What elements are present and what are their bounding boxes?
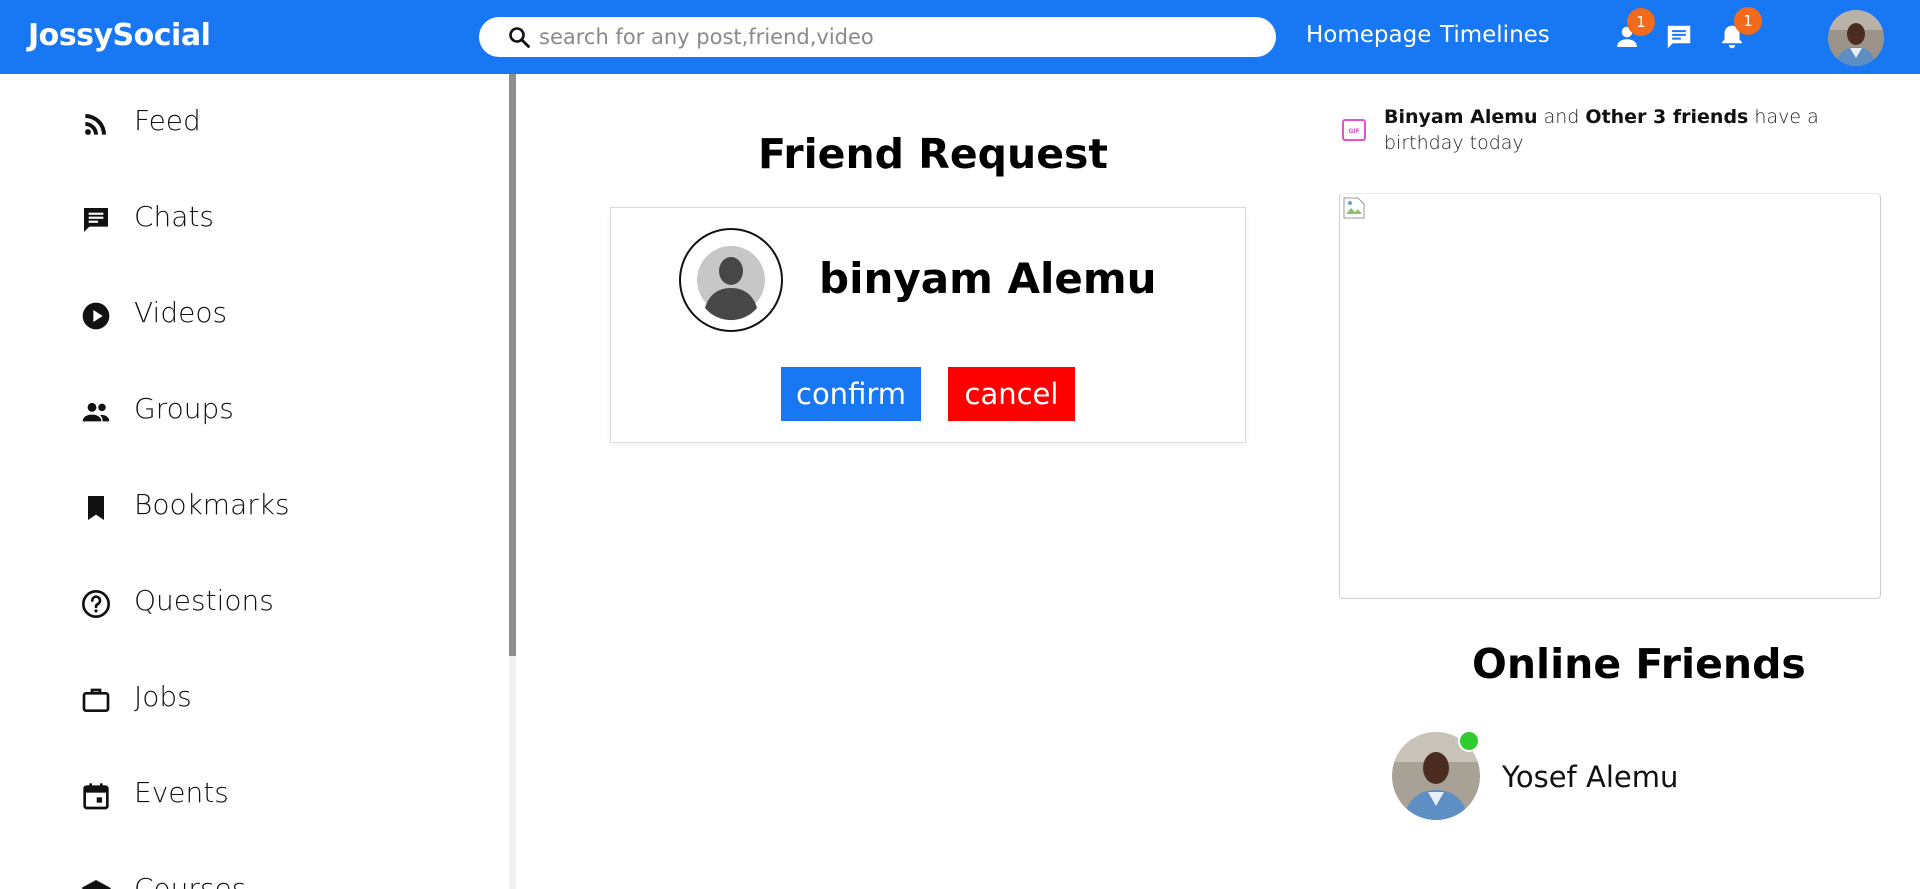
sidebar: Feed Chats Videos Groups Bookmarks Quest… bbox=[0, 74, 516, 889]
friend-name: Yosef Alemu bbox=[1502, 760, 1679, 794]
search-bar[interactable] bbox=[479, 17, 1276, 57]
bookmark-icon bbox=[88, 496, 104, 520]
sidebar-item-jobs[interactable]: Jobs bbox=[80, 674, 480, 722]
sidebar-item-label: Groups bbox=[134, 392, 234, 425]
birthday-and: and bbox=[1543, 106, 1580, 128]
svg-text:GIF: GIF bbox=[1348, 128, 1359, 135]
sidebar-item-label: Bookmarks bbox=[134, 488, 290, 521]
sidebar-item-label: Courses bbox=[134, 872, 247, 889]
sidebar-scroll-thumb[interactable] bbox=[509, 74, 516, 656]
sidebar-item-groups[interactable]: Groups bbox=[80, 386, 480, 434]
rss-icon bbox=[85, 114, 106, 135]
friend-request-card: binyam Alemu confirm cancel bbox=[610, 207, 1246, 443]
profile-photo bbox=[1828, 10, 1884, 66]
sidebar-item-label: Jobs bbox=[134, 680, 192, 713]
notifications-badge: 1 bbox=[1734, 7, 1762, 35]
sidebar-item-videos[interactable]: Videos bbox=[80, 290, 480, 338]
play-circle-icon bbox=[82, 302, 110, 330]
broken-image-icon bbox=[1343, 197, 1365, 219]
requester-name[interactable]: binyam Alemu bbox=[819, 254, 1157, 303]
friend-requests-badge: 1 bbox=[1627, 8, 1655, 36]
sidebar-item-label: Chats bbox=[134, 200, 215, 233]
friend-request-title: Friend Request bbox=[758, 130, 1109, 178]
sidebar-item-feed[interactable]: Feed bbox=[80, 98, 480, 146]
requester-avatar[interactable] bbox=[679, 228, 783, 332]
confirm-button[interactable]: confirm bbox=[781, 367, 921, 421]
help-circle-icon bbox=[82, 590, 110, 618]
birthday-text: Binyam Alemu and Other 3 friends have a … bbox=[1384, 104, 1884, 156]
default-user-icon bbox=[697, 246, 765, 321]
sidebar-item-bookmarks[interactable]: Bookmarks bbox=[80, 482, 480, 530]
sidebar-item-label: Events bbox=[134, 776, 229, 809]
briefcase-icon bbox=[82, 688, 110, 712]
birthday-person[interactable]: Binyam Alemu bbox=[1384, 106, 1538, 128]
sidebar-item-label: Questions bbox=[134, 584, 274, 617]
sidebar-item-label: Videos bbox=[134, 296, 228, 329]
school-icon bbox=[81, 880, 111, 889]
search-icon bbox=[509, 27, 530, 48]
sidebar-item-questions[interactable]: Questions bbox=[80, 578, 480, 626]
homepage-link[interactable]: Homepage bbox=[1306, 22, 1431, 48]
online-friend-item[interactable]: Yosef Alemu bbox=[1392, 730, 1792, 822]
birthday-others[interactable]: Other 3 friends bbox=[1585, 106, 1748, 128]
chat-icon bbox=[84, 208, 108, 232]
sidebar-item-chats[interactable]: Chats bbox=[80, 194, 480, 242]
group-icon bbox=[82, 402, 110, 422]
cancel-button[interactable]: cancel bbox=[948, 367, 1075, 421]
ad-image[interactable] bbox=[1339, 193, 1881, 599]
messages-icon[interactable] bbox=[1664, 22, 1694, 52]
search-input[interactable] bbox=[539, 22, 1259, 52]
sidebar-item-courses[interactable]: Courses bbox=[80, 866, 480, 889]
sidebar-item-events[interactable]: Events bbox=[80, 770, 480, 818]
calendar-icon bbox=[83, 783, 109, 810]
sidebar-item-label: Feed bbox=[134, 104, 201, 137]
online-friends-title: Online Friends bbox=[1472, 640, 1806, 688]
online-status-dot bbox=[1458, 730, 1480, 752]
timelines-link[interactable]: Timelines bbox=[1440, 22, 1550, 48]
top-bar: JossySocial Homepage Timelines 1 1 bbox=[0, 0, 1920, 74]
profile-avatar[interactable] bbox=[1828, 10, 1884, 66]
gift-icon: GIF bbox=[1342, 119, 1366, 141]
app-logo[interactable]: JossySocial bbox=[28, 18, 211, 53]
